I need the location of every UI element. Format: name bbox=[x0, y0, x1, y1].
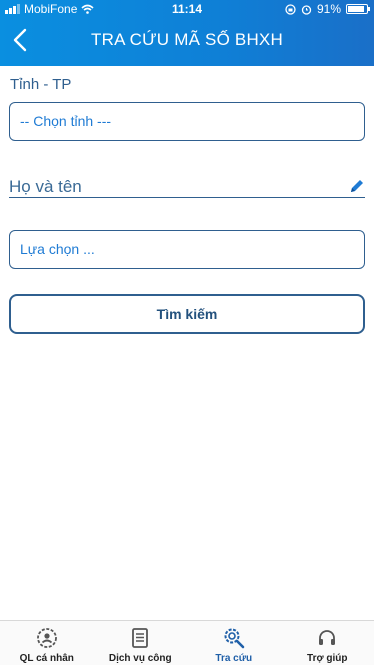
nav-bar: TRA CỨU MÃ SỐ BHXH bbox=[0, 18, 374, 66]
tab-label-ql-ca-nhan: QL cá nhân bbox=[19, 653, 74, 664]
user-gear-icon bbox=[36, 628, 57, 648]
name-placeholder: Họ và tên bbox=[9, 177, 82, 196]
document-icon bbox=[132, 628, 149, 648]
battery-icon bbox=[346, 4, 370, 14]
tab-label-tro-giup: Trợ giúp bbox=[307, 653, 348, 664]
tab-label-dich-vu-cong: Dịch vụ công bbox=[108, 653, 172, 664]
search-gear-icon bbox=[224, 628, 245, 649]
lock-rotation-icon bbox=[285, 3, 296, 15]
province-label: Tỉnh - TP bbox=[10, 76, 72, 93]
battery-percent: 91% bbox=[316, 2, 341, 16]
tab-tro-giup[interactable]: Trợ giúp bbox=[281, 621, 374, 665]
name-field[interactable]: Họ và tên bbox=[9, 176, 365, 198]
tab-dich-vu-cong[interactable]: Dịch vụ công bbox=[94, 621, 188, 665]
province-select-value: -- Chọn tỉnh --- bbox=[20, 113, 112, 129]
alarm-icon bbox=[301, 4, 312, 15]
status-bar: MobiFone 11:14 91% bbox=[0, 0, 374, 18]
page-title: TRA CỨU MÃ SỐ BHXH bbox=[91, 30, 283, 49]
tab-label-tra-cuu: Tra cứu bbox=[215, 653, 253, 664]
app-header: MobiFone 11:14 91% TRA CỨU MÃ SỐ BHXH bbox=[0, 0, 374, 66]
headset-icon bbox=[319, 630, 336, 645]
pencil-icon[interactable] bbox=[349, 178, 365, 194]
province-select[interactable]: -- Chọn tỉnh --- bbox=[9, 102, 365, 141]
tab-tra-cuu[interactable]: Tra cứu bbox=[187, 621, 281, 665]
search-button[interactable]: Tìm kiếm bbox=[9, 294, 365, 334]
option-select-value: Lựa chọn ... bbox=[20, 241, 95, 257]
tab-bar: QL cá nhân Dịch vụ công Tra cứu Trợ giúp bbox=[0, 620, 374, 665]
option-select[interactable]: Lựa chọn ... bbox=[9, 230, 365, 269]
status-right: 91% bbox=[285, 2, 370, 16]
tab-ql-ca-nhan[interactable]: QL cá nhân bbox=[0, 621, 94, 665]
